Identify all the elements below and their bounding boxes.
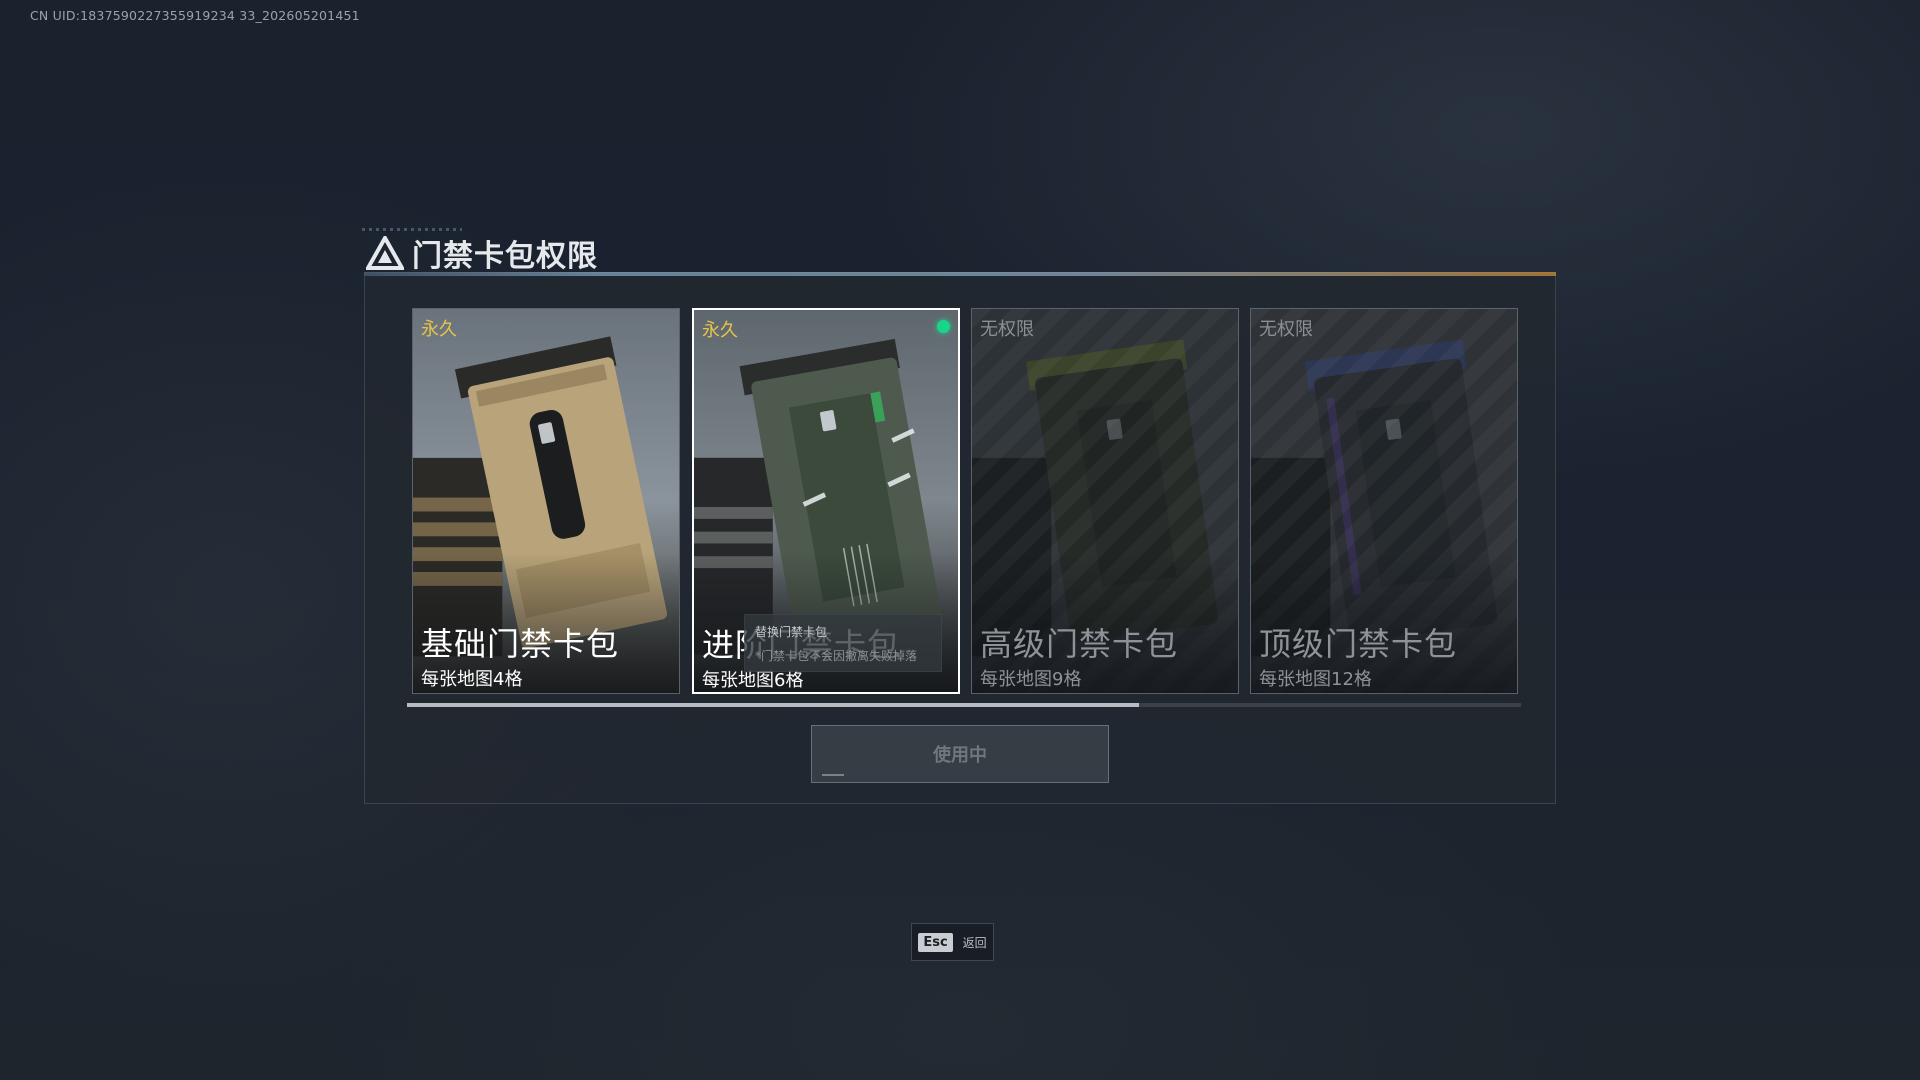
dialog-title: 门禁卡包权限 xyxy=(412,239,598,274)
card-top[interactable]: 无权限 顶级门禁卡包 每张地图12格 xyxy=(1250,308,1518,694)
card-name: 进阶门禁卡包 xyxy=(702,626,901,664)
card-tag: 永久 xyxy=(421,319,457,340)
card-capacity: 每张地图4格 xyxy=(421,669,523,690)
dialog-header: 门禁卡包权限 xyxy=(366,230,598,276)
card-capacity: 每张地图12格 xyxy=(1259,669,1372,690)
in-use-button[interactable]: 使用中 xyxy=(811,725,1109,783)
card-premium[interactable]: 无权限 高级门禁卡包 每张地图9格 xyxy=(971,308,1239,694)
card-tag: 永久 xyxy=(702,320,738,341)
scrollbar-thumb[interactable] xyxy=(407,703,1139,707)
card-name: 高级门禁卡包 xyxy=(980,625,1179,663)
active-indicator-dot xyxy=(937,320,950,333)
esc-key-icon: Esc xyxy=(918,932,953,952)
card-capacity: 每张地图6格 xyxy=(702,670,804,691)
card-advanced[interactable]: 永久 进阶门禁卡包 每张地图6格 xyxy=(692,308,960,694)
card-tag: 无权限 xyxy=(1259,319,1313,340)
card-scrollbar[interactable] xyxy=(407,703,1521,707)
card-list: 永久 基础门禁卡包 每张地图4格 永久 进阶门禁卡包 每张地图6格 无权限 高级… xyxy=(412,308,1518,694)
esc-label: 返回 xyxy=(962,935,987,950)
warning-triangle-icon xyxy=(366,236,404,270)
card-tag: 无权限 xyxy=(980,319,1034,340)
card-name: 基础门禁卡包 xyxy=(421,625,620,663)
card-name: 顶级门禁卡包 xyxy=(1259,625,1458,663)
card-basic[interactable]: 永久 基础门禁卡包 每张地图4格 xyxy=(412,308,680,694)
esc-back-button[interactable]: Esc 返回 xyxy=(911,923,994,961)
uid-text: CN UID:1837590227355919234 33_2026052014… xyxy=(30,8,360,23)
card-capacity: 每张地图9格 xyxy=(980,669,1082,690)
